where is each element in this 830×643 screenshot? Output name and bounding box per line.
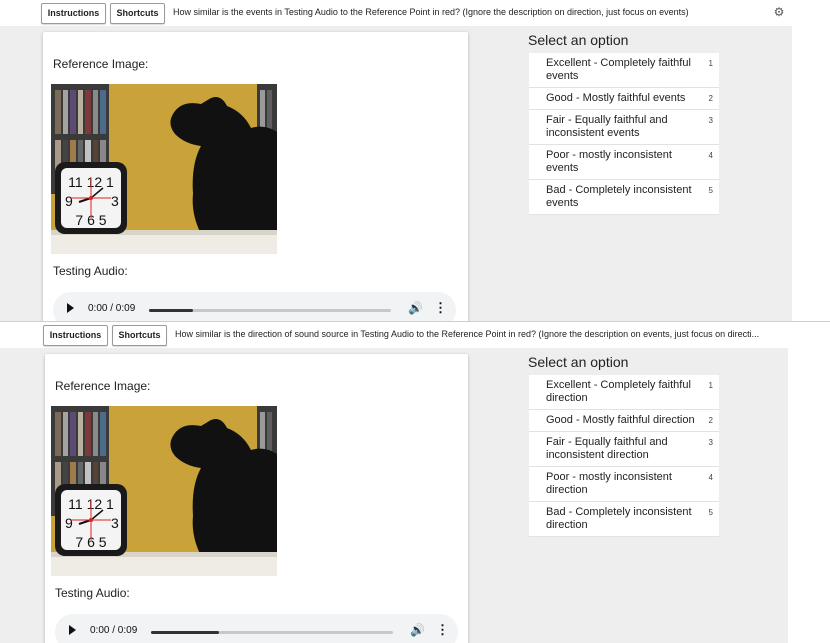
gear-icon[interactable]: ⚙ <box>772 5 786 19</box>
play-icon[interactable] <box>69 625 76 635</box>
question-text: How similar is the direction of sound so… <box>175 329 760 339</box>
volume-icon[interactable]: 🔊 <box>408 301 423 315</box>
audio-seek-bar[interactable] <box>151 631 393 634</box>
option-label: Poor - mostly inconsistent events <box>546 149 672 174</box>
audio-time: 0:00 / 0:09 <box>88 303 136 314</box>
option-label: Good - Mostly faithful events <box>546 92 686 104</box>
option-label: Bad - Completely inconsistent events <box>546 184 692 209</box>
audio-seek-bar[interactable] <box>149 309 391 312</box>
option-key: 5 <box>708 186 713 195</box>
option-key: 4 <box>708 473 713 482</box>
option-key: 1 <box>708 381 713 390</box>
option-key: 1 <box>708 59 713 68</box>
shortcuts-button[interactable]: Shortcuts <box>110 3 165 24</box>
option-5[interactable]: Bad - Completely inconsistent events 5 <box>529 180 719 215</box>
media-card: Reference Image: 11 12 1 9 3 7 6 5 Testi… <box>45 354 468 643</box>
reference-image: 11 12 1 9 3 7 6 5 <box>51 84 277 254</box>
volume-icon[interactable]: 🔊 <box>410 623 425 637</box>
option-1[interactable]: Excellent - Completely faithful events 1 <box>529 53 719 88</box>
testing-audio-label: Testing Audio: <box>53 264 128 278</box>
option-label: Fair - Equally faithful and inconsistent… <box>546 114 668 139</box>
play-icon[interactable] <box>67 303 74 313</box>
option-key: 4 <box>708 151 713 160</box>
option-label: Fair - Equally faithful and inconsistent… <box>546 436 668 461</box>
option-key: 3 <box>708 438 713 447</box>
audio-player[interactable]: 0:00 / 0:09 🔊 ⋮ <box>55 614 458 643</box>
svg-text:3: 3 <box>111 193 119 209</box>
select-option-title: Select an option <box>528 32 629 48</box>
reference-image-label: Reference Image: <box>53 57 149 71</box>
option-5[interactable]: Bad - Completely inconsistent direction 5 <box>529 502 719 537</box>
option-3[interactable]: Fair - Equally faithful and inconsistent… <box>529 432 719 467</box>
media-card: Reference Image: 11 12 1 9 3 7 6 5 Testi… <box>43 32 468 321</box>
audio-progress <box>149 309 193 312</box>
toolbar: Instructions Shortcuts How similar is th… <box>0 0 830 26</box>
instructions-button[interactable]: Instructions <box>41 3 106 24</box>
option-label: Excellent - Completely faithful events <box>546 57 691 82</box>
svg-text:3: 3 <box>111 515 119 531</box>
annotation-panel-events: Instructions Shortcuts How similar is th… <box>0 0 830 321</box>
testing-audio-label: Testing Audio: <box>55 586 130 600</box>
annotation-panel-direction: Instructions Shortcuts How similar is th… <box>0 321 830 643</box>
option-key: 2 <box>708 94 713 103</box>
audio-progress <box>151 631 219 634</box>
option-label: Poor - mostly inconsistent direction <box>546 471 672 496</box>
svg-text:9: 9 <box>65 515 73 531</box>
question-text: How similar is the events in Testing Aud… <box>173 7 689 17</box>
more-vertical-icon[interactable]: ⋮ <box>436 622 449 638</box>
audio-time: 0:00 / 0:09 <box>90 625 138 636</box>
select-option-title: Select an option <box>528 354 629 370</box>
options-list: Excellent - Completely faithful events 1 … <box>529 53 719 215</box>
option-2[interactable]: Good - Mostly faithful direction 2 <box>529 410 719 432</box>
option-key: 3 <box>708 116 713 125</box>
more-vertical-icon[interactable]: ⋮ <box>434 300 447 316</box>
option-key: 2 <box>708 416 713 425</box>
option-4[interactable]: Poor - mostly inconsistent events 4 <box>529 145 719 180</box>
instructions-button[interactable]: Instructions <box>43 325 108 346</box>
reference-image-label: Reference Image: <box>55 379 151 393</box>
option-label: Bad - Completely inconsistent direction <box>546 506 692 531</box>
audio-player[interactable]: 0:00 / 0:09 🔊 ⋮ <box>53 292 456 321</box>
option-label: Excellent - Completely faithful directio… <box>546 379 691 404</box>
options-list: Excellent - Completely faithful directio… <box>529 375 719 537</box>
option-label: Good - Mostly faithful direction <box>546 414 695 426</box>
option-3[interactable]: Fair - Equally faithful and inconsistent… <box>529 110 719 145</box>
toolbar: Instructions Shortcuts How similar is th… <box>0 322 830 348</box>
shortcuts-button[interactable]: Shortcuts <box>112 325 167 346</box>
svg-text:9: 9 <box>65 193 73 209</box>
reference-image: 11 12 1 9 3 7 6 5 <box>51 406 277 576</box>
option-key: 5 <box>708 508 713 517</box>
option-2[interactable]: Good - Mostly faithful events 2 <box>529 88 719 110</box>
option-4[interactable]: Poor - mostly inconsistent direction 4 <box>529 467 719 502</box>
option-1[interactable]: Excellent - Completely faithful directio… <box>529 375 719 410</box>
